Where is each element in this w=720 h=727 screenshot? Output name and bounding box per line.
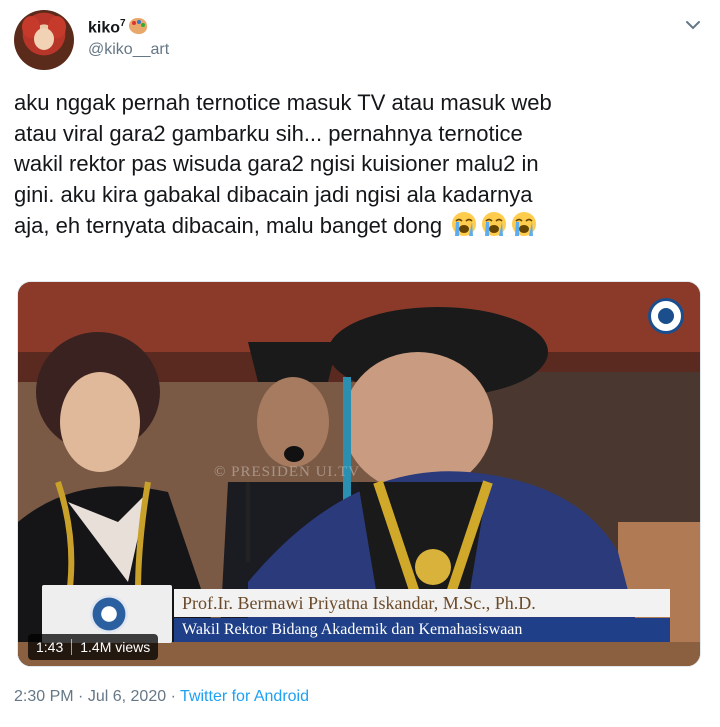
loudly-crying-face-icon bbox=[452, 212, 477, 236]
speaker-name: Prof.Ir. Bermawi Priyatna Iskandar, M.Sc… bbox=[174, 589, 670, 617]
tweet-header: kiko7 @kiko__art bbox=[14, 10, 706, 70]
video-player[interactable]: © PRESIDEN UI.TV Prof.Ir. Bermawi Priyat… bbox=[17, 281, 701, 667]
tweet-line: wakil rektor pas wisuda gara2 ngisi kuis… bbox=[14, 151, 539, 176]
speaker-title: Wakil Rektor Bidang Akademik dan Kemahas… bbox=[174, 618, 670, 642]
video-duration: 1:43 bbox=[36, 639, 64, 655]
channel-logo-icon bbox=[648, 298, 684, 334]
tweet-line: atau viral gara2 gambarku sih... pernahn… bbox=[14, 120, 523, 146]
tweet-date[interactable]: Jul 6, 2020 bbox=[88, 688, 166, 705]
tweet-source-link[interactable]: Twitter for Android bbox=[180, 688, 309, 705]
tweet-line: aja, eh ternyata dibacain, malu banget d… bbox=[14, 213, 443, 238]
tweet-timestamp-row: 2:30 PM · Jul 6, 2020 · Twitter for Andr… bbox=[14, 688, 309, 706]
video-watermark: © PRESIDEN UI.TV bbox=[214, 464, 361, 480]
video-views: 1.4M views bbox=[80, 639, 151, 655]
tweet-text: aku nggak pernah ternotice masuk TV atau… bbox=[14, 88, 706, 242]
chevron-down-icon[interactable] bbox=[684, 16, 702, 34]
meta-divider bbox=[71, 639, 73, 655]
tweet-line-last: aja, eh ternyata dibacain, malu banget d… bbox=[14, 210, 706, 242]
tweet-line: aku nggak pernah ternotice masuk TV atau… bbox=[14, 90, 552, 115]
separator-dot: · bbox=[78, 688, 84, 705]
profile-avatar[interactable] bbox=[14, 10, 74, 70]
display-name-superscript: 7 bbox=[120, 18, 126, 29]
display-name-text: kiko bbox=[88, 19, 121, 37]
loudly-crying-face-icon bbox=[512, 212, 537, 236]
author-display-name[interactable]: kiko7 bbox=[88, 18, 147, 37]
author-handle[interactable]: @kiko__art bbox=[88, 41, 169, 59]
tweet-time[interactable]: 2:30 PM bbox=[14, 688, 74, 705]
video-meta-badge: 1:43 1.4M views bbox=[28, 634, 159, 660]
tweet-line: gini. aku kira gabakal dibacain jadi ngi… bbox=[14, 181, 533, 207]
loudly-crying-face-icon bbox=[482, 212, 507, 236]
separator-dot: · bbox=[170, 688, 176, 705]
artist-palette-icon bbox=[128, 18, 147, 35]
